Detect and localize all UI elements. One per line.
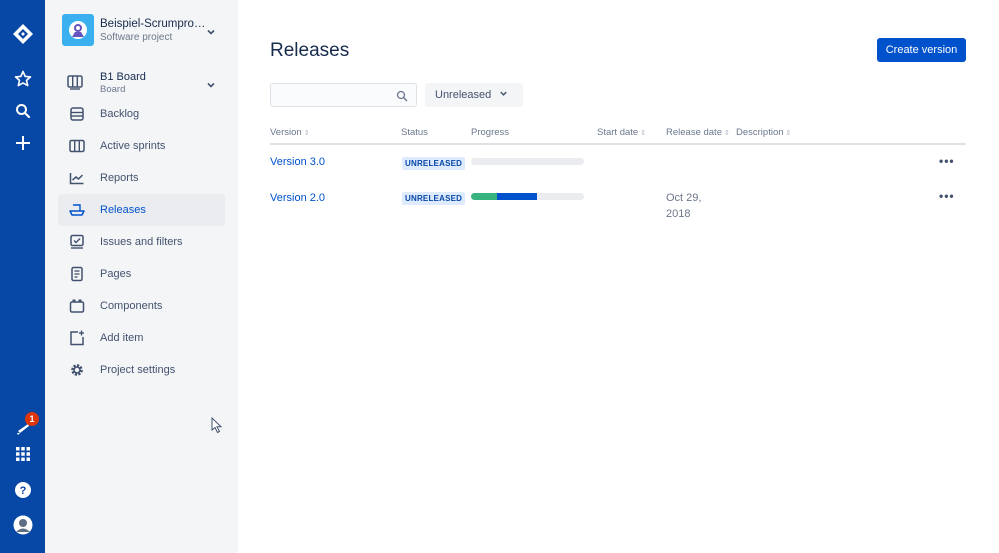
search-input[interactable] <box>270 83 417 107</box>
reports-icon <box>69 170 85 186</box>
sidebar-item-pages[interactable]: Pages <box>58 258 225 290</box>
sidebar-item-active-sprints[interactable]: Active sprints <box>58 130 225 162</box>
app-switcher-icon[interactable] <box>0 444 45 464</box>
sidebar-item-label: Components <box>100 300 163 312</box>
more-actions-icon[interactable]: ••• <box>939 154 955 168</box>
progress-bar <box>471 158 584 165</box>
column-header-release-date[interactable]: Release date ⇕ <box>666 127 730 138</box>
column-header-status: Status <box>401 127 428 138</box>
plus-icon[interactable] <box>0 132 45 154</box>
sidebar-item-project-settings[interactable]: Project settings <box>58 354 225 386</box>
project-sidebar: Beispiel-Scrumpro… Software project B1 B… <box>45 0 238 553</box>
status-badge: UNRELEASED <box>402 192 466 205</box>
column-header-version[interactable]: Version ⇕ <box>270 127 310 138</box>
jira-logo-icon[interactable] <box>0 22 45 46</box>
sidebar-item-releases[interactable]: Releases <box>58 194 225 226</box>
backlog-icon <box>69 106 85 122</box>
version-link[interactable]: Version 3.0 <box>270 156 325 168</box>
sidebar-item-label: Add item <box>100 332 144 344</box>
project-avatar[interactable] <box>62 14 94 46</box>
page-title: Releases <box>270 40 350 61</box>
sidebar-item-label: Issues and filters <box>100 236 183 248</box>
version-link[interactable]: Version 2.0 <box>270 192 325 204</box>
status-badge: UNRELEASED <box>402 157 466 170</box>
sidebar-item-components[interactable]: Components <box>58 290 225 322</box>
user-avatar[interactable] <box>0 514 45 536</box>
star-icon[interactable] <box>0 68 45 90</box>
column-header-description[interactable]: Description ⇕ <box>736 127 791 138</box>
status-filter-dropdown[interactable]: Unreleased <box>425 83 523 107</box>
column-header-start-date[interactable]: Start date ⇕ <box>597 127 646 138</box>
progress-in-progress-segment <box>496 193 537 200</box>
mouse-cursor-icon <box>211 416 223 439</box>
global-navigation: 1 ? <box>0 0 45 553</box>
sidebar-item-reports[interactable]: Reports <box>58 162 225 194</box>
settings-gear-icon <box>69 362 85 378</box>
sidebar-item-backlog[interactable]: Backlog <box>58 98 225 130</box>
status-filter-label: Unreleased <box>435 89 492 101</box>
sidebar-item-label: Pages <box>100 268 132 280</box>
svg-text:?: ? <box>19 485 26 497</box>
add-item-icon <box>69 330 85 346</box>
progress-bar <box>471 193 584 200</box>
main-content: Releases Create version Unreleased Versi… <box>238 0 999 553</box>
project-chevron-down-icon[interactable] <box>206 24 216 42</box>
board-chevron-down-icon[interactable] <box>206 77 216 95</box>
board-icon <box>67 74 83 95</box>
table-header-divider <box>270 143 966 145</box>
help-icon[interactable]: ? <box>0 480 45 500</box>
sidebar-item-label: Project settings <box>100 364 176 376</box>
components-icon <box>69 298 85 314</box>
column-header-progress: Progress <box>471 127 510 138</box>
issues-icon <box>69 234 85 250</box>
notification-badge: 1 <box>25 412 39 426</box>
search-icon[interactable] <box>0 100 45 122</box>
releases-icon <box>69 202 85 218</box>
release-date: Oct 29, 2018 <box>666 192 702 220</box>
search-icon <box>396 89 408 107</box>
sidebar-item-label: Backlog <box>100 108 140 120</box>
board-subtitle: Board <box>100 84 126 95</box>
chevron-down-icon <box>499 89 508 101</box>
sidebar-item-issues-and-filters[interactable]: Issues and filters <box>58 226 225 258</box>
progress-done-segment <box>471 193 497 200</box>
sidebar-item-label: Reports <box>100 172 139 184</box>
sidebar-item-label: Active sprints <box>100 140 166 152</box>
more-actions-icon[interactable]: ••• <box>939 189 955 203</box>
project-name[interactable]: Beispiel-Scrumpro… <box>100 18 206 30</box>
board-name[interactable]: B1 Board <box>100 71 146 83</box>
pages-icon <box>69 266 85 282</box>
project-type: Software project <box>100 32 173 43</box>
sidebar-item-add-item[interactable]: Add item <box>58 322 225 354</box>
sidebar-item-label: Releases <box>100 204 146 216</box>
create-version-button[interactable]: Create version <box>877 38 966 62</box>
active-sprints-icon <box>69 138 85 154</box>
